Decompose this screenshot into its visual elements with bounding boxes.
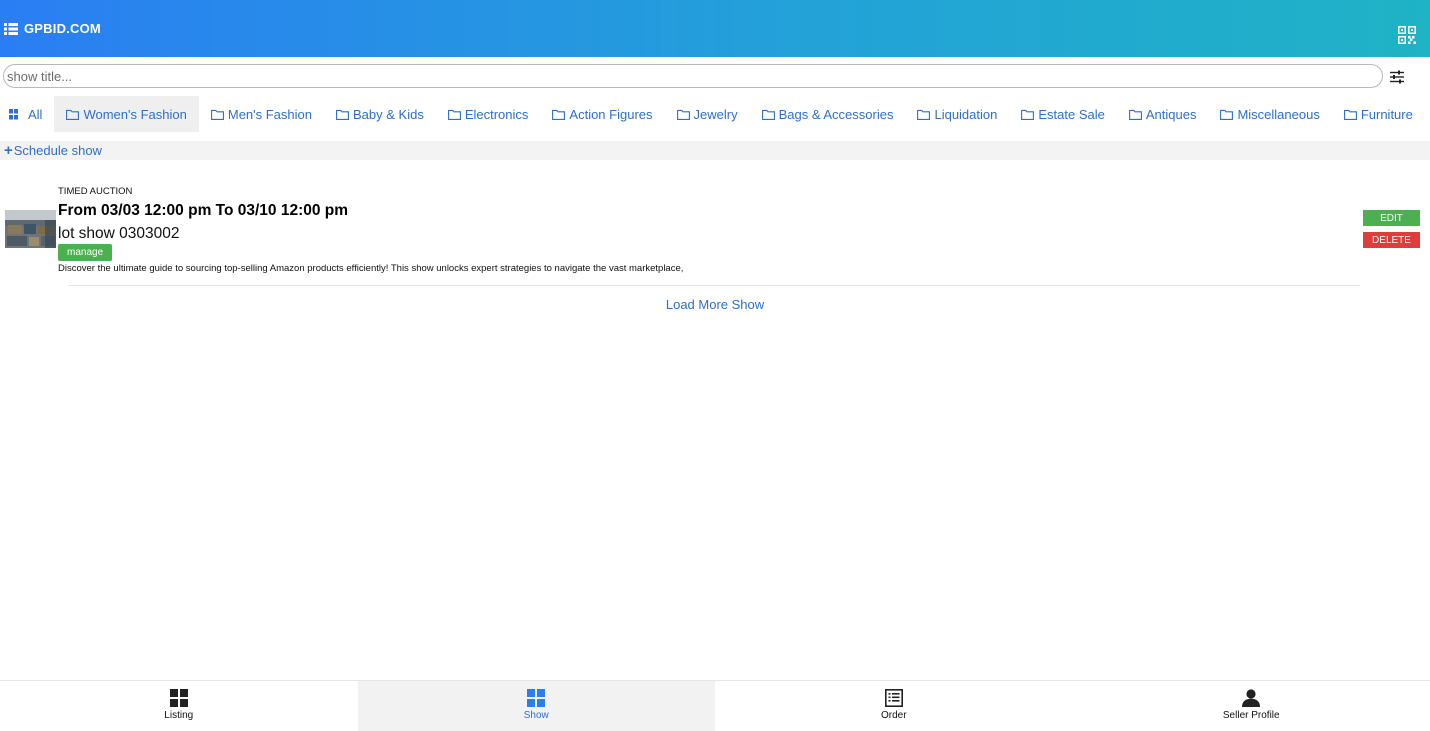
top-bar: GPBID.COM [0, 0, 1430, 57]
category-label: Baby & Kids [353, 106, 424, 122]
folder-icon [761, 109, 775, 120]
category-label: Liquidation [934, 106, 998, 122]
category-furniture[interactable]: Furniture [1332, 96, 1425, 132]
schedule-show-label: Schedule show [13, 143, 102, 158]
category-label: Antiques [1145, 106, 1197, 122]
edit-button[interactable]: EDIT [1363, 210, 1420, 226]
nav-label: Order [880, 710, 907, 721]
category-label: Electronics [464, 106, 529, 122]
plus-icon: + [4, 142, 13, 159]
folder-icon [447, 109, 461, 120]
show-thumbnail[interactable] [5, 210, 56, 248]
category-label: All [28, 106, 43, 122]
brand-label: GPBID.COM [24, 21, 101, 36]
category-estate-sale[interactable]: Estate Sale [1009, 96, 1117, 132]
category-jewelry[interactable]: Jewelry [665, 96, 750, 132]
nav-show[interactable]: Show [357, 681, 715, 731]
search-input[interactable] [3, 64, 1383, 88]
category-label: Estate Sale [1038, 106, 1105, 122]
schedule-show-button[interactable]: + Schedule show [0, 141, 1430, 160]
category-label: Action Figures [569, 106, 653, 122]
show-date-range: From 03/03 12:00 pm To 03/10 12:00 pm [58, 202, 349, 219]
delete-button[interactable]: DELETE [1363, 232, 1420, 248]
sliders-icon[interactable] [1389, 69, 1405, 85]
folder-icon [1128, 109, 1142, 120]
qr-code-icon[interactable] [1398, 26, 1416, 44]
show-title: lot show 0303002 [58, 225, 180, 242]
grid-icon [9, 108, 18, 119]
category-bar: All Women's Fashion Men's Fashion Baby &… [0, 96, 1430, 132]
category-label: Bags & Accessories [778, 106, 894, 122]
folder-icon [552, 109, 566, 120]
folder-icon [336, 109, 349, 120]
folder-icon [676, 109, 690, 120]
load-more-button[interactable]: Load More Show [0, 297, 1430, 312]
show-description: Discover the ultimate guide to sourcing … [58, 263, 684, 274]
divider [68, 285, 1360, 286]
show-type: TIMED AUCTION [58, 186, 133, 197]
category-mens-fashion[interactable]: Men's Fashion [199, 96, 324, 132]
brand[interactable]: GPBID.COM [4, 21, 101, 36]
category-label: Miscellaneous [1237, 106, 1320, 122]
category-label: Women's Fashion [83, 106, 187, 122]
folder-icon [1343, 109, 1357, 120]
category-liquidation[interactable]: Liquidation [905, 96, 1009, 132]
nav-label: Listing [164, 710, 194, 721]
category-label: Jewelry [693, 106, 738, 122]
nav-label: Show [523, 710, 549, 721]
category-antiques[interactable]: Antiques [1117, 96, 1209, 132]
category-all[interactable]: All [0, 96, 54, 132]
category-miscellaneous[interactable]: Miscellaneous [1208, 96, 1331, 132]
category-electronics[interactable]: Electronics [436, 96, 541, 132]
bottom-nav: Listing Show Order Seller Profile [0, 680, 1430, 731]
category-womens-fashion[interactable]: Women's Fashion [54, 96, 199, 132]
category-baby-kids[interactable]: Baby & Kids [324, 96, 436, 132]
folder-icon [66, 109, 80, 120]
folder-icon [1220, 109, 1234, 120]
nav-order[interactable]: Order [715, 681, 1073, 731]
category-bags-accessories[interactable]: Bags & Accessories [750, 96, 906, 132]
folder-icon [917, 109, 931, 120]
manage-button[interactable]: manage [58, 244, 113, 261]
folder-icon [210, 109, 224, 120]
user-icon [1242, 689, 1261, 707]
search-row [0, 64, 1430, 90]
list-alt-icon [884, 689, 903, 707]
nav-label: Seller Profile [1222, 710, 1280, 721]
nav-listing[interactable]: Listing [0, 681, 358, 731]
list-icon [4, 22, 18, 35]
category-label: Men's Fashion [227, 106, 312, 122]
grid-icon [527, 689, 546, 707]
category-label: Furniture [1360, 106, 1413, 122]
grid-icon [169, 689, 188, 707]
category-action-figures[interactable]: Action Figures [540, 96, 664, 132]
show-item: TIMED AUCTION From 03/03 12:00 pm To 03/… [0, 184, 1430, 284]
folder-icon [1021, 109, 1035, 120]
nav-seller-profile[interactable]: Seller Profile [1073, 681, 1430, 731]
